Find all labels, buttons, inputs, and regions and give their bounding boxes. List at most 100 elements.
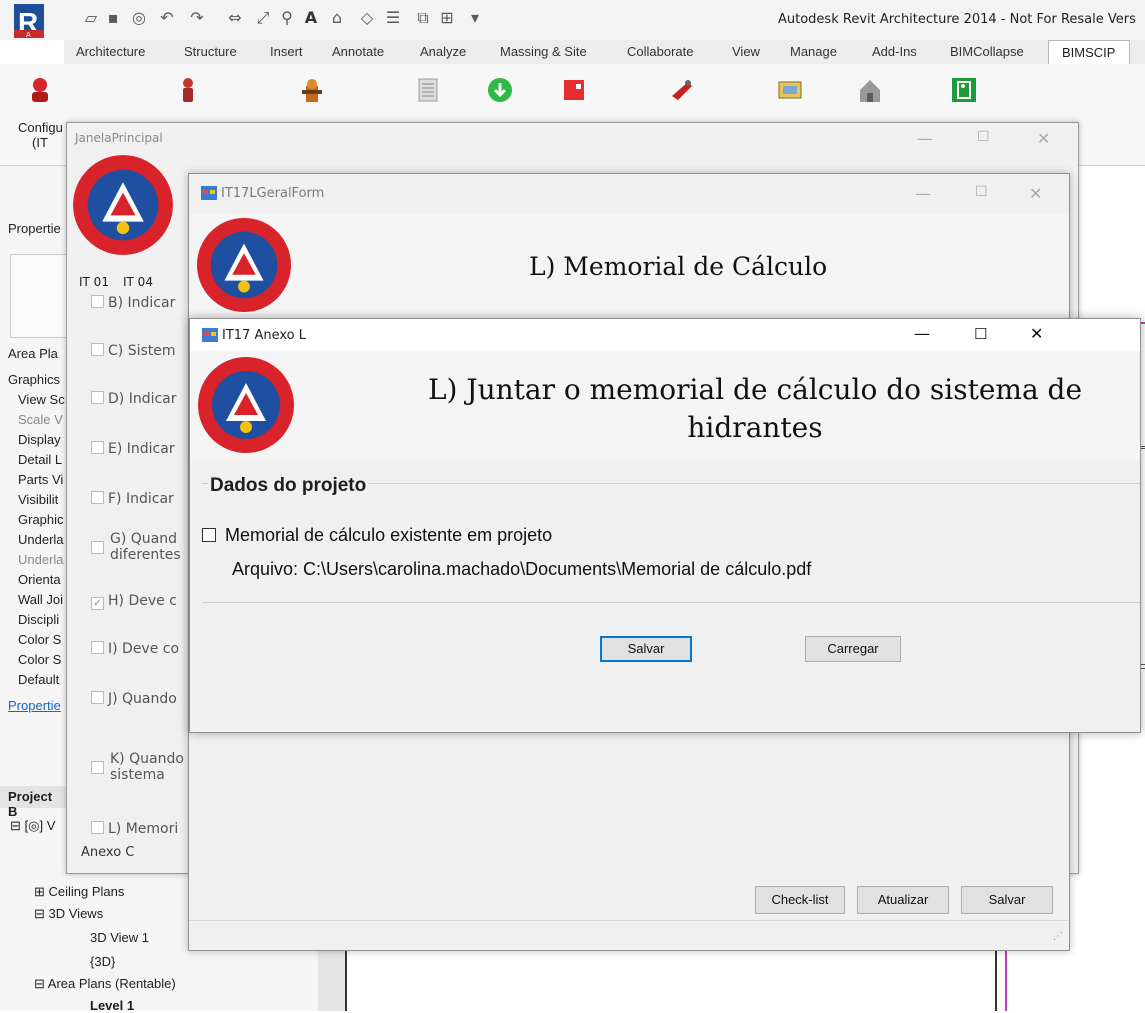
tree-3d-views[interactable]: ⊟ 3D Views xyxy=(34,906,103,922)
hydrant-icon[interactable] xyxy=(298,76,326,104)
tab-bimscip[interactable]: BIMSCIP xyxy=(1048,40,1130,64)
alarm-panel-icon[interactable] xyxy=(560,76,588,104)
checkbox[interactable] xyxy=(91,641,104,654)
checkbox[interactable] xyxy=(91,491,104,504)
sign-board-icon[interactable] xyxy=(776,76,804,104)
anexo-salvar-button[interactable]: Salvar xyxy=(600,636,692,662)
prop-row[interactable]: Color S xyxy=(18,652,61,667)
anexo-title-bar[interactable]: IT17 Anexo L — ☐ ✕ xyxy=(190,319,1140,351)
maximize-icon[interactable]: ☐ xyxy=(977,129,990,145)
item-k[interactable]: K) Quando sistema xyxy=(91,751,184,783)
checkbox[interactable] xyxy=(91,391,104,404)
close-icon[interactable]: ✕ xyxy=(1029,184,1042,203)
item-f[interactable]: F) Indicar xyxy=(91,491,174,507)
it17-anexo-l-window[interactable]: IT17 Anexo L — ☐ ✕ L) Juntar o memorial … xyxy=(189,318,1141,733)
prop-row[interactable]: Color S xyxy=(18,632,61,647)
item-b[interactable]: B) Indicar xyxy=(91,295,175,311)
tab-massing-site[interactable]: Massing & Site xyxy=(500,44,587,59)
item-h[interactable]: ✓ H) Deve c xyxy=(91,593,177,610)
item-j[interactable]: J) Quando xyxy=(91,691,177,707)
tab-it04[interactable]: IT 04 xyxy=(123,275,153,289)
maximize-icon[interactable]: ☐ xyxy=(974,325,987,343)
close-icon[interactable]: ✕ xyxy=(1030,324,1043,343)
prop-row[interactable]: Underla xyxy=(18,532,64,547)
prop-row[interactable]: Orienta xyxy=(18,572,61,587)
properties-help-link[interactable]: Propertie xyxy=(8,698,61,713)
prop-row[interactable]: Default xyxy=(18,672,59,687)
save-icon[interactable]: ▪ xyxy=(104,10,122,26)
type-preview[interactable] xyxy=(10,254,70,338)
item-l[interactable]: L) Memori xyxy=(91,821,178,837)
tree-ceiling-plans[interactable]: ⊞ Ceiling Plans xyxy=(34,884,124,900)
emergency-exit-icon[interactable] xyxy=(950,76,978,104)
carregar-button[interactable]: Carregar xyxy=(805,636,901,662)
revit-logo-icon[interactable]: R A xyxy=(8,2,56,40)
tab-collaborate[interactable]: Collaborate xyxy=(627,44,694,59)
tab-add-ins[interactable]: Add-Ins xyxy=(872,44,917,59)
atualizar-button[interactable]: Atualizar xyxy=(857,886,949,914)
undo-icon[interactable]: ↶ xyxy=(158,10,176,26)
sync-icon[interactable]: ◎ xyxy=(130,10,148,26)
checkbox[interactable] xyxy=(91,761,104,774)
extinguisher-icon[interactable] xyxy=(668,76,696,104)
checkbox[interactable] xyxy=(91,295,104,308)
close-hidden-icon[interactable]: ⧉ xyxy=(414,10,432,26)
prop-row[interactable]: Wall Joi xyxy=(18,592,63,607)
resize-grip-icon[interactable]: ⋰ xyxy=(1053,931,1063,942)
tab-architecture[interactable]: Architecture xyxy=(76,44,145,59)
close-icon[interactable]: ✕ xyxy=(1037,129,1050,148)
checkbox[interactable] xyxy=(91,343,104,356)
item-g[interactable]: G) Quand diferentes xyxy=(91,531,181,563)
checkbox-checked[interactable]: ✓ xyxy=(91,597,104,610)
thin-lines-icon[interactable]: ☰ xyxy=(384,10,402,26)
browser-root[interactable]: ⊟ [◎] V xyxy=(10,818,55,834)
item-d[interactable]: D) Indicar xyxy=(91,391,177,407)
prop-row[interactable]: Graphic xyxy=(18,512,64,527)
download-green-icon[interactable] xyxy=(486,76,514,104)
prop-row[interactable]: Underla xyxy=(18,552,64,567)
tab-analyze[interactable]: Analyze xyxy=(420,44,466,59)
section-icon[interactable]: ◇ xyxy=(358,10,376,26)
qat-dropdown-icon[interactable]: ▾ xyxy=(466,10,484,26)
firefighter-red-icon[interactable] xyxy=(26,76,54,104)
memorial-existente-checkbox[interactable]: Memorial de cálculo existente em projeto xyxy=(202,525,552,546)
prop-row[interactable]: Parts Vi xyxy=(18,472,63,487)
prop-row[interactable]: Scale V xyxy=(18,412,63,427)
tab-structure[interactable]: Structure xyxy=(184,44,237,59)
tab-it01[interactable]: IT 01 xyxy=(79,275,109,289)
minimize-icon[interactable]: — xyxy=(914,324,930,343)
firefighter-icon[interactable] xyxy=(174,76,202,104)
prop-row[interactable]: Discipli xyxy=(18,612,59,627)
item-c[interactable]: C) Sistem xyxy=(91,343,176,359)
tree-3d-view-1[interactable]: 3D View 1 xyxy=(90,930,149,945)
switch-windows-icon[interactable]: ⊞ xyxy=(438,10,456,26)
prop-row[interactable]: Display xyxy=(18,432,61,447)
checkbox[interactable] xyxy=(91,441,104,454)
checklist-button[interactable]: Check-list xyxy=(755,886,845,914)
salvar-button[interactable]: Salvar xyxy=(961,886,1053,914)
tree-3d-default[interactable]: {3D} xyxy=(90,954,115,969)
tab-annotate[interactable]: Annotate xyxy=(332,44,384,59)
prop-row[interactable]: Visibilit xyxy=(18,492,58,507)
dimension-icon[interactable]: ⤢ xyxy=(254,10,272,26)
checkbox[interactable] xyxy=(91,691,104,704)
tree-area-plans[interactable]: ⊟ Area Plans (Rentable) xyxy=(34,976,176,992)
checkbox[interactable] xyxy=(91,541,104,554)
redo-icon[interactable]: ↷ xyxy=(188,10,206,26)
open-icon[interactable]: ▱ xyxy=(82,10,100,26)
maximize-icon[interactable]: ☐ xyxy=(975,184,988,200)
tag-icon[interactable]: ⚲ xyxy=(278,10,296,26)
checkbox[interactable] xyxy=(202,528,216,542)
prop-row[interactable]: Detail L xyxy=(18,452,62,467)
text-icon[interactable]: A xyxy=(302,10,320,26)
tab-insert[interactable]: Insert xyxy=(270,44,303,59)
item-e[interactable]: E) Indicar xyxy=(91,441,175,457)
3d-view-icon[interactable]: ⌂ xyxy=(328,10,346,26)
tab-manage[interactable]: Manage xyxy=(790,44,837,59)
measure-icon[interactable]: ⇔ xyxy=(226,10,244,26)
minimize-icon[interactable]: — xyxy=(915,184,931,203)
tab-view[interactable]: View xyxy=(732,44,760,59)
document-grid-icon[interactable] xyxy=(414,76,442,104)
item-i[interactable]: I) Deve co xyxy=(91,641,179,657)
building-icon[interactable] xyxy=(856,76,884,104)
